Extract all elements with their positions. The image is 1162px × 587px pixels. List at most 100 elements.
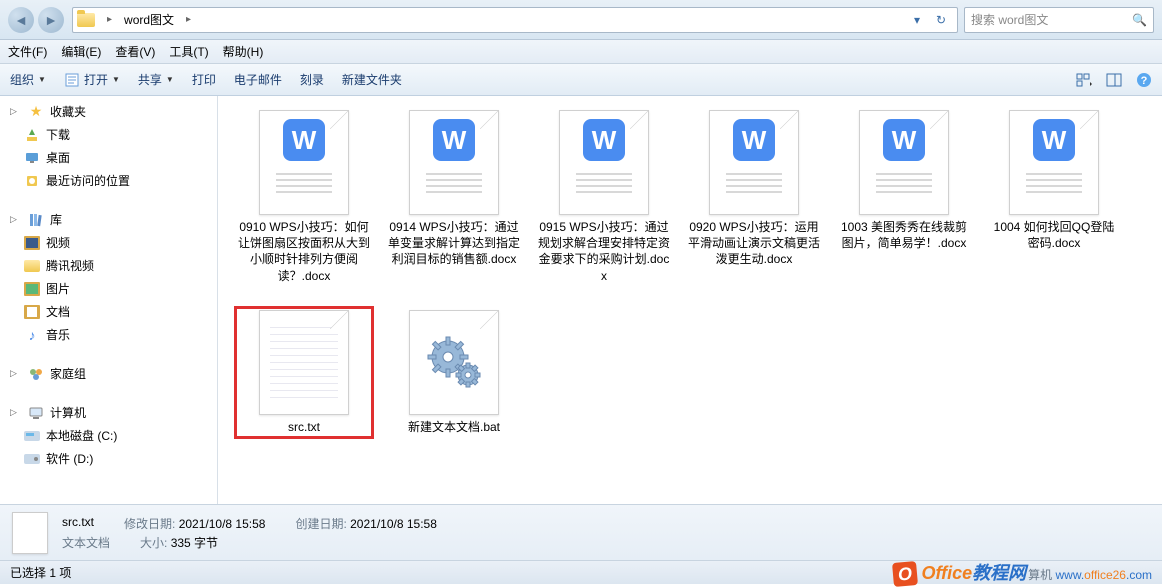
breadcrumb[interactable]: ▸ word图文 ▸ ▾ ↻ bbox=[72, 7, 958, 33]
file-thumbnail: W bbox=[259, 110, 349, 215]
search-input[interactable]: 搜索 word图文 🔍 bbox=[964, 7, 1154, 33]
menu-help[interactable]: 帮助(H) bbox=[223, 43, 264, 60]
print-button[interactable]: 打印 bbox=[192, 71, 216, 88]
preview-pane-icon[interactable] bbox=[1106, 72, 1122, 88]
file-label: 新建文本文档.bat bbox=[408, 419, 500, 435]
menu-tools[interactable]: 工具(T) bbox=[169, 43, 208, 60]
document-icon bbox=[24, 304, 40, 320]
nav-back-button[interactable]: ◄ bbox=[8, 7, 34, 33]
file-item[interactable]: W 0914 WPS小技巧：通过单变量求解计算达到指定利润目标的销售额.docx bbox=[384, 106, 524, 288]
menu-view[interactable]: 查看(V) bbox=[115, 43, 155, 60]
file-thumbnail: W bbox=[859, 110, 949, 215]
wps-icon: W bbox=[433, 119, 475, 161]
new-folder-button[interactable]: 新建文件夹 bbox=[342, 71, 402, 88]
library-icon bbox=[28, 212, 44, 228]
file-thumbnail: W bbox=[709, 110, 799, 215]
sidebar-item-desktop[interactable]: 桌面 bbox=[0, 146, 217, 169]
wps-icon: W bbox=[1033, 119, 1075, 161]
file-item[interactable]: src.txt bbox=[234, 306, 374, 439]
sidebar-homegroup[interactable]: 家庭组 bbox=[0, 362, 217, 385]
burn-button[interactable]: 刻录 bbox=[300, 71, 324, 88]
wps-icon: W bbox=[283, 119, 325, 161]
picture-icon bbox=[24, 281, 40, 297]
menu-edit[interactable]: 编辑(E) bbox=[61, 43, 101, 60]
view-options-icon[interactable] bbox=[1076, 72, 1092, 88]
desktop-icon bbox=[24, 150, 40, 166]
navigation-sidebar: ★收藏夹 下载 桌面 最近访问的位置 库 视频 腾讯视频 图片 文档 ♪音乐 家… bbox=[0, 96, 218, 504]
folder-icon bbox=[24, 260, 40, 272]
file-label: 0914 WPS小技巧：通过单变量求解计算达到指定利润目标的销售额.docx bbox=[388, 219, 520, 268]
file-item[interactable]: 新建文本文档.bat bbox=[384, 306, 524, 439]
wps-icon: W bbox=[733, 119, 775, 161]
file-item[interactable]: W0915 WPS小技巧：通过规划求解合理安排特定资金要求下的采购计划.docx bbox=[534, 106, 674, 288]
file-label: 1004 如何找回QQ登陆密码.docx bbox=[988, 219, 1120, 251]
disk-icon bbox=[24, 428, 40, 444]
menu-file[interactable]: 文件(F) bbox=[8, 43, 47, 60]
chevron-right-icon[interactable]: ▸ bbox=[180, 14, 197, 25]
sidebar-item-documents[interactable]: 文档 bbox=[0, 300, 217, 323]
file-item[interactable]: W1003 美图秀秀在线裁剪图片，简单易学！.docx bbox=[834, 106, 974, 288]
share-button[interactable]: 共享▼ bbox=[138, 71, 174, 88]
status-selection: 已选择 1 项 bbox=[10, 564, 71, 581]
search-icon: 🔍 bbox=[1132, 13, 1147, 27]
watermark: O Office教程网 算机 www.office26.com bbox=[893, 559, 1152, 586]
details-modified: 2021/10/8 15:58 bbox=[179, 517, 266, 531]
watermark-badge-icon: O bbox=[892, 561, 918, 587]
details-thumbnail bbox=[12, 512, 48, 554]
file-thumbnail: W bbox=[1009, 110, 1099, 215]
file-item[interactable]: W 0910 WPS小技巧：如何让饼图扇区按面积从大到小顺时针排列方便阅读？.do… bbox=[234, 106, 374, 288]
gear-icon bbox=[424, 333, 484, 393]
content-area: ★收藏夹 下载 桌面 最近访问的位置 库 视频 腾讯视频 图片 文档 ♪音乐 家… bbox=[0, 96, 1162, 504]
sidebar-item-videos[interactable]: 视频 bbox=[0, 231, 217, 254]
sidebar-favorites[interactable]: ★收藏夹 bbox=[0, 100, 217, 123]
email-button[interactable]: 电子邮件 bbox=[234, 71, 282, 88]
computer-icon bbox=[28, 405, 44, 421]
nav-forward-button[interactable]: ► bbox=[38, 7, 64, 33]
file-thumbnail bbox=[409, 310, 499, 415]
file-label: src.txt bbox=[288, 419, 320, 435]
disk-icon bbox=[24, 451, 40, 467]
notepad-icon bbox=[64, 72, 80, 88]
menu-bar: 文件(F) 编辑(E) 查看(V) 工具(T) 帮助(H) bbox=[0, 40, 1162, 64]
search-placeholder: 搜索 word图文 bbox=[971, 11, 1048, 28]
help-icon[interactable]: ? bbox=[1136, 72, 1152, 88]
svg-text:?: ? bbox=[1141, 75, 1148, 87]
sidebar-item-recent[interactable]: 最近访问的位置 bbox=[0, 169, 217, 192]
details-size: 335 字节 bbox=[171, 536, 218, 550]
star-icon: ★ bbox=[28, 104, 44, 120]
sidebar-libraries[interactable]: 库 bbox=[0, 208, 217, 231]
homegroup-icon bbox=[28, 366, 44, 382]
file-item[interactable]: W 1004 如何找回QQ登陆密码.docx bbox=[984, 106, 1124, 288]
details-filename: src.txt bbox=[62, 515, 94, 532]
wps-icon: W bbox=[883, 119, 925, 161]
details-pane: src.txt 修改日期: 2021/10/8 15:58 创建日期: 2021… bbox=[0, 504, 1162, 560]
refresh-icon[interactable]: ↻ bbox=[933, 12, 949, 28]
sidebar-item-drive-d[interactable]: 软件 (D:) bbox=[0, 447, 217, 470]
sidebar-item-downloads[interactable]: 下载 bbox=[0, 123, 217, 146]
status-bar: 已选择 1 项 O Office教程网 算机 www.office26.com bbox=[0, 560, 1162, 584]
organize-button[interactable]: 组织▼ bbox=[10, 71, 46, 88]
file-label: 0910 WPS小技巧：如何让饼图扇区按面积从大到小顺时针排列方便阅读？.doc… bbox=[238, 219, 370, 284]
address-bar: ◄ ► ▸ word图文 ▸ ▾ ↻ 搜索 word图文 🔍 bbox=[0, 0, 1162, 40]
file-thumbnail: W bbox=[409, 110, 499, 215]
toolbar: 组织▼ 打开▼ 共享▼ 打印 电子邮件 刻录 新建文件夹 ? bbox=[0, 64, 1162, 96]
open-button[interactable]: 打开▼ bbox=[64, 71, 120, 88]
breadcrumb-segment[interactable]: word图文 bbox=[118, 11, 180, 28]
file-list[interactable]: W 0910 WPS小技巧：如何让饼图扇区按面积从大到小顺时针排列方便阅读？.do… bbox=[218, 96, 1162, 504]
sidebar-item-drive-c[interactable]: 本地磁盘 (C:) bbox=[0, 424, 217, 447]
file-label: 0915 WPS小技巧：通过规划求解合理安排特定资金要求下的采购计划.docx bbox=[538, 219, 670, 284]
details-created: 2021/10/8 15:58 bbox=[350, 517, 437, 531]
file-item[interactable]: W 0920 WPS小技巧：运用平滑动画让演示文稿更活泼更生动.docx bbox=[684, 106, 824, 288]
sidebar-computer[interactable]: 计算机 bbox=[0, 401, 217, 424]
download-icon bbox=[24, 127, 40, 143]
file-label: 0920 WPS小技巧：运用平滑动画让演示文稿更活泼更生动.docx bbox=[688, 219, 820, 268]
sidebar-item-tencent-video[interactable]: 腾讯视频 bbox=[0, 254, 217, 277]
sidebar-item-music[interactable]: ♪音乐 bbox=[0, 323, 217, 346]
file-thumbnail bbox=[259, 310, 349, 415]
chevron-right-icon[interactable]: ▸ bbox=[101, 14, 118, 25]
folder-icon bbox=[77, 13, 95, 27]
recent-icon bbox=[24, 173, 40, 189]
dropdown-icon[interactable]: ▾ bbox=[909, 12, 925, 28]
video-icon bbox=[24, 235, 40, 251]
sidebar-item-pictures[interactable]: 图片 bbox=[0, 277, 217, 300]
